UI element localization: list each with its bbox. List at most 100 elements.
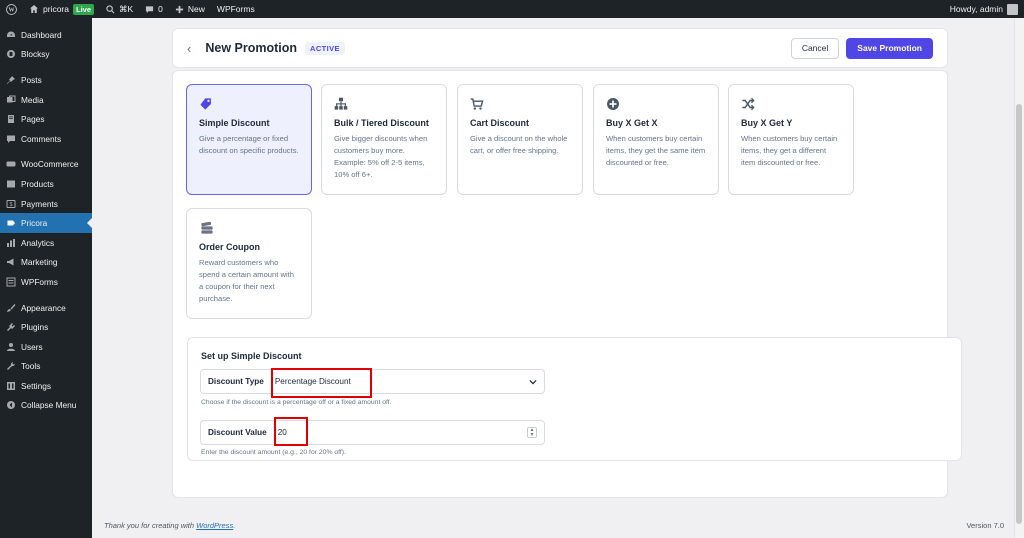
sidebar-item-pages[interactable]: Pages xyxy=(0,109,92,129)
settings-icon xyxy=(6,381,16,391)
sidebar-item-label: Marketing xyxy=(21,257,58,268)
admin-bar: W pricora Live ⌘K 0 New WPForms Howdy, a… xyxy=(0,0,1024,18)
new-label: New xyxy=(187,4,205,14)
search-shortcut-label: ⌘K xyxy=(119,3,134,14)
hierarchy-icon xyxy=(334,97,348,110)
promotion-type-order-coupon[interactable]: Order Coupon Reward customers who spend … xyxy=(186,208,312,319)
sidebar-item-products[interactable]: Products xyxy=(0,174,92,194)
promotion-type-bulk-tiered-discount[interactable]: Bulk / Tiered Discount Give bigger disco… xyxy=(321,84,447,195)
sidebar-item-analytics[interactable]: Analytics xyxy=(0,233,92,253)
promotion-type-cart-discount[interactable]: Cart Discount Give a discount on the who… xyxy=(457,84,583,195)
sidebar-item-marketing[interactable]: Marketing xyxy=(0,253,92,273)
analytics-icon xyxy=(6,238,16,248)
sidebar-item-tools[interactable]: Tools xyxy=(0,357,92,377)
sidebar-item-label: Comments xyxy=(21,133,62,144)
promotion-type-name: Cart Discount xyxy=(470,118,530,128)
sidebar-item-appearance[interactable]: Appearance xyxy=(0,298,92,318)
sidebar-item-comments[interactable]: Comments xyxy=(0,129,92,149)
wordpress-logo-button[interactable]: W xyxy=(0,0,23,18)
payments-icon: $ xyxy=(6,199,16,209)
admin-footer: Thank you for creating with WordPress. xyxy=(104,521,235,530)
page-title: New Promotion xyxy=(205,41,298,55)
sidebar-item-label: WPForms xyxy=(21,276,58,287)
number-stepper-icon[interactable]: ▲ ▼ xyxy=(527,427,537,438)
sidebar-item-collapse-menu[interactable]: Collapse Menu xyxy=(0,396,92,416)
promotion-type-name: Buy X Get X xyxy=(606,118,658,128)
promotion-type-description: When customers buy certain items, they g… xyxy=(741,134,838,167)
tag-icon xyxy=(200,98,211,110)
wpforms-icon xyxy=(6,277,16,287)
sidebar-item-label: Tools xyxy=(21,361,41,372)
footer-thanks-text: Thank you for creating with xyxy=(104,521,197,530)
promotion-type-buy-x-get-x[interactable]: Buy X Get X When customers buy certain i… xyxy=(593,84,719,195)
discount-value-field: Discount Value 20 ▲ ▼ xyxy=(200,420,545,445)
coupon-icon xyxy=(201,221,213,234)
sidebar-item-settings[interactable]: Settings xyxy=(0,376,92,396)
brush-icon xyxy=(6,303,16,313)
sidebar-item-label: Plugins xyxy=(21,322,49,333)
sidebar-item-wpforms[interactable]: WPForms xyxy=(0,272,92,292)
wordpress-link[interactable]: WordPress xyxy=(196,521,233,530)
sidebar-item-posts[interactable]: Posts xyxy=(0,70,92,90)
promotion-type-description: Reward customers who spend a certain amo… xyxy=(199,258,294,303)
site-name: pricora xyxy=(43,4,69,14)
status-badge: ACTIVE xyxy=(305,41,345,55)
plugin-icon xyxy=(6,322,16,332)
promotion-type-description: Give bigger discounts when customers buy… xyxy=(334,134,428,179)
scrollbar-thumb[interactable] xyxy=(1016,104,1022,524)
back-chevron-icon[interactable]: ‹ xyxy=(187,41,191,56)
discount-type-label: Discount Type xyxy=(208,377,264,386)
wordpress-logo-icon: W xyxy=(6,3,17,15)
new-content-button[interactable]: New xyxy=(169,0,211,18)
sidebar-item-label: Appearance xyxy=(21,302,66,313)
save-promotion-button[interactable]: Save Promotion xyxy=(846,37,933,59)
sidebar-item-users[interactable]: Users xyxy=(0,337,92,357)
home-icon xyxy=(30,5,38,13)
woocommerce-icon xyxy=(6,159,16,169)
media-icon xyxy=(6,95,16,105)
wpforms-label: WPForms xyxy=(216,4,255,14)
avatar xyxy=(1007,3,1018,15)
dashboard-icon xyxy=(6,30,16,40)
sidebar-item-label: Posts xyxy=(21,74,42,85)
promotion-type-name: Simple Discount xyxy=(199,118,270,128)
promotion-type-name: Bulk / Tiered Discount xyxy=(334,118,429,128)
sidebar-item-label: Media xyxy=(21,94,44,105)
promotion-type-name: Buy X Get Y xyxy=(741,118,793,128)
comments-icon xyxy=(6,134,16,144)
plus-icon xyxy=(175,5,184,13)
wpforms-link[interactable]: WPForms xyxy=(211,0,261,18)
comments-link[interactable]: 0 xyxy=(139,0,169,18)
promotion-type-simple-discount[interactable]: Simple Discount Give a percentage or fix… xyxy=(186,84,312,195)
cancel-button[interactable]: Cancel xyxy=(790,37,840,59)
sidebar-item-blocksy[interactable]: Blocksy xyxy=(0,45,92,65)
site-name-link[interactable]: pricora Live xyxy=(23,0,100,18)
search-shortcut-button[interactable]: ⌘K xyxy=(100,0,139,18)
discount-type-help: Choose if the discount is a percentage o… xyxy=(201,399,392,406)
pages-icon xyxy=(6,114,16,124)
sidebar-item-label: Settings xyxy=(21,380,51,391)
promotion-type-description: Give a discount on the whole cart, or of… xyxy=(470,134,568,155)
discount-type-select[interactable]: Percentage Discount xyxy=(271,370,526,393)
live-badge: Live xyxy=(72,3,94,15)
collapse-icon xyxy=(6,400,16,410)
wrench-icon xyxy=(6,361,16,371)
sidebar-item-pricora[interactable]: Pricora xyxy=(0,213,92,233)
sidebar-item-media[interactable]: Media xyxy=(0,90,92,110)
comments-count: 0 xyxy=(158,4,163,14)
sidebar-item-label: Users xyxy=(21,341,43,352)
promotion-type-buy-x-get-y[interactable]: Buy X Get Y When customers buy certain i… xyxy=(728,84,854,195)
search-icon xyxy=(106,4,115,13)
my-account-menu[interactable]: Howdy, admin xyxy=(944,0,1024,18)
chevron-down-icon[interactable] xyxy=(526,379,540,385)
promotion-type-name: Order Coupon xyxy=(199,242,260,252)
sidebar-item-dashboard[interactable]: Dashboard xyxy=(0,25,92,45)
sidebar-item-label: Collapse Menu xyxy=(21,400,77,411)
discount-value-label: Discount Value xyxy=(208,428,267,437)
sidebar-item-payments[interactable]: $ Payments xyxy=(0,194,92,214)
promotion-type-description: Give a percentage or fixed discount on s… xyxy=(199,134,299,155)
sidebar-item-plugins[interactable]: Plugins xyxy=(0,317,92,337)
discount-value-input[interactable]: 20 xyxy=(274,421,527,444)
sidebar-item-label: Payments xyxy=(21,198,58,209)
sidebar-item-woocommerce[interactable]: WooCommerce xyxy=(0,155,92,175)
